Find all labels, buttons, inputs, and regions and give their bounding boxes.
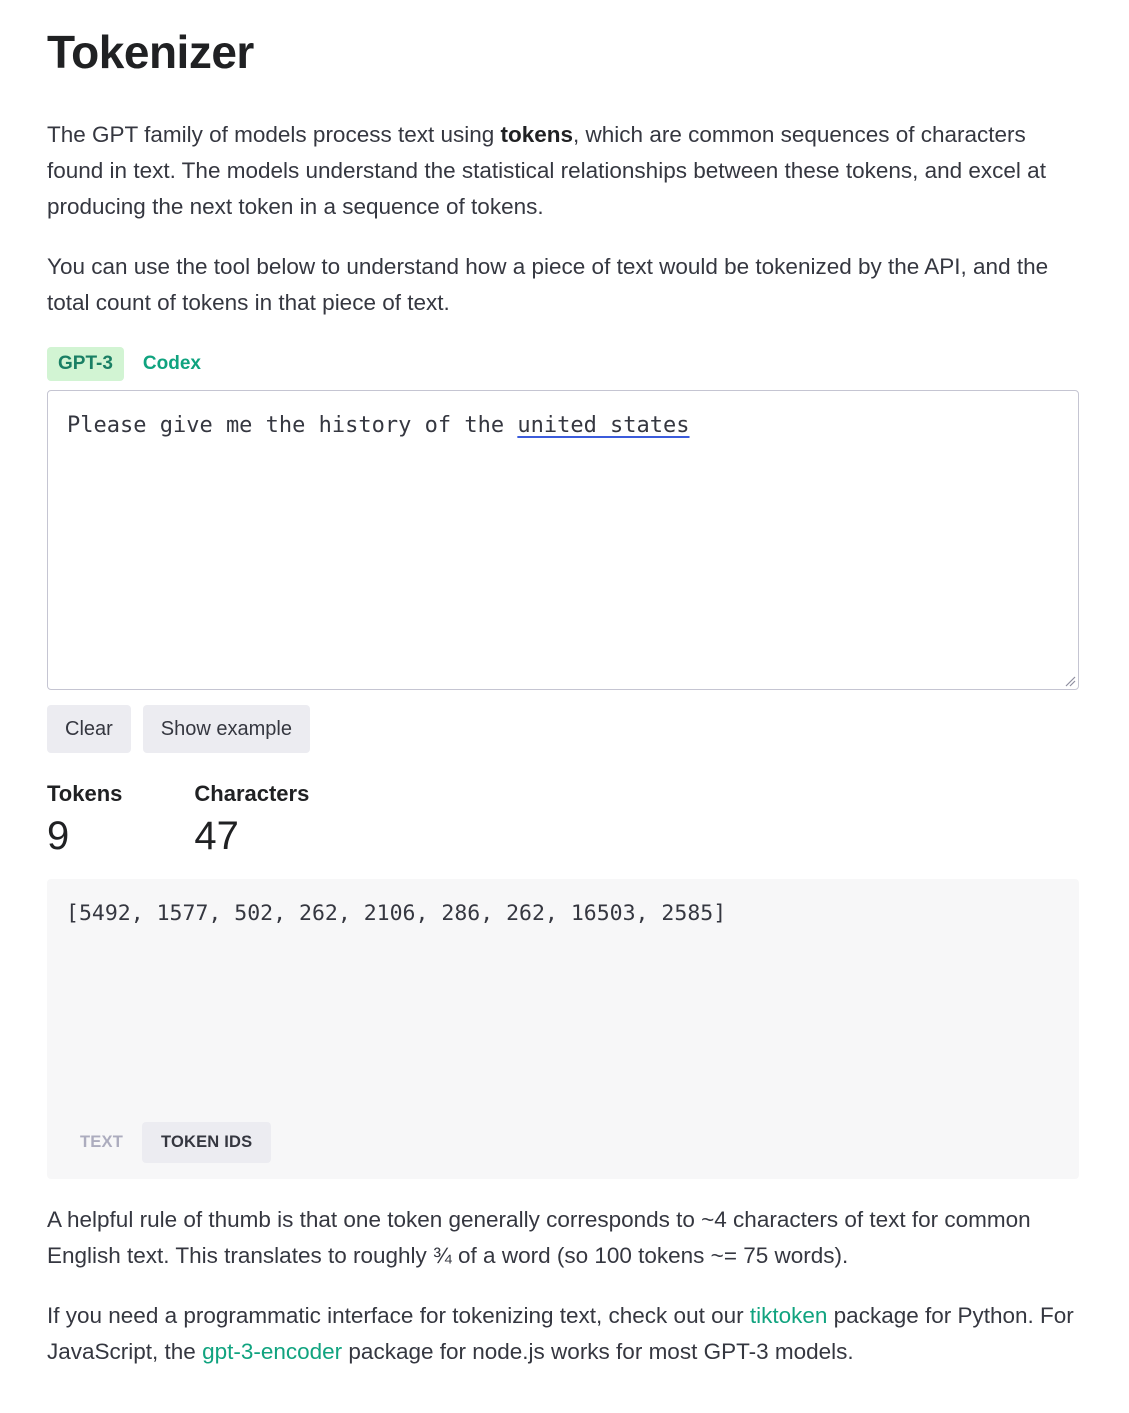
characters-count: 47 bbox=[194, 814, 239, 858]
output-view-tabs: TEXT TOKEN IDS bbox=[61, 1122, 272, 1163]
tokens-count: 9 bbox=[47, 814, 70, 858]
tab-gpt-3[interactable]: GPT-3 bbox=[47, 347, 124, 381]
intro-bold-tokens: tokens bbox=[500, 122, 574, 147]
rule-of-thumb-paragraph: A helpful rule of thumb is that one toke… bbox=[47, 1207, 1031, 1268]
tokens-stat: Tokens 9 bbox=[47, 778, 122, 860]
tiktoken-link[interactable]: tiktoken bbox=[750, 1303, 828, 1328]
programmatic-interface-paragraph: If you need a programmatic interface for… bbox=[47, 1298, 1079, 1370]
characters-label: Characters bbox=[194, 781, 310, 806]
resize-handle-icon[interactable] bbox=[1064, 675, 1076, 687]
action-buttons: Clear Show example bbox=[47, 705, 310, 753]
show-example-button[interactable]: Show example bbox=[142, 705, 310, 753]
input-text-plain: Please give me the history of the bbox=[67, 413, 518, 438]
intro-paragraph: The GPT family of models process text us… bbox=[47, 117, 1079, 225]
text-input-area[interactable]: Please give me the history of the united… bbox=[47, 390, 1079, 690]
tool-description: You can use the tool below to understand… bbox=[47, 254, 1049, 315]
clear-button[interactable]: Clear bbox=[47, 705, 131, 753]
tab-text[interactable]: TEXT bbox=[61, 1122, 142, 1163]
prog-text-3: package for node.js works for most GPT-3… bbox=[342, 1339, 854, 1364]
input-text-spellcheck-flagged: united states bbox=[517, 413, 690, 438]
token-stats: Tokens 9 Characters 47 bbox=[47, 778, 381, 860]
characters-stat: Characters 47 bbox=[194, 778, 309, 860]
tokens-label: Tokens bbox=[47, 781, 123, 806]
input-text: Please give me the history of the united… bbox=[67, 411, 690, 441]
intro-text-start: The GPT family of models process text us… bbox=[47, 122, 501, 147]
model-tabs: GPT-3 Codex bbox=[47, 347, 212, 381]
gpt-3-encoder-link[interactable]: gpt-3-encoder bbox=[202, 1339, 342, 1364]
tab-token-ids[interactable]: TOKEN IDS bbox=[141, 1122, 272, 1163]
prog-text-1: If you need a programmatic interface for… bbox=[47, 1303, 750, 1328]
page-title: Tokenizer bbox=[47, 26, 254, 78]
tokenized-output: [5492, 1577, 502, 262, 2106, 286, 262, 1… bbox=[47, 879, 1079, 1179]
token-ids-output: [5492, 1577, 502, 262, 2106, 286, 262, 1… bbox=[66, 901, 727, 926]
tab-codex[interactable]: Codex bbox=[132, 347, 212, 381]
